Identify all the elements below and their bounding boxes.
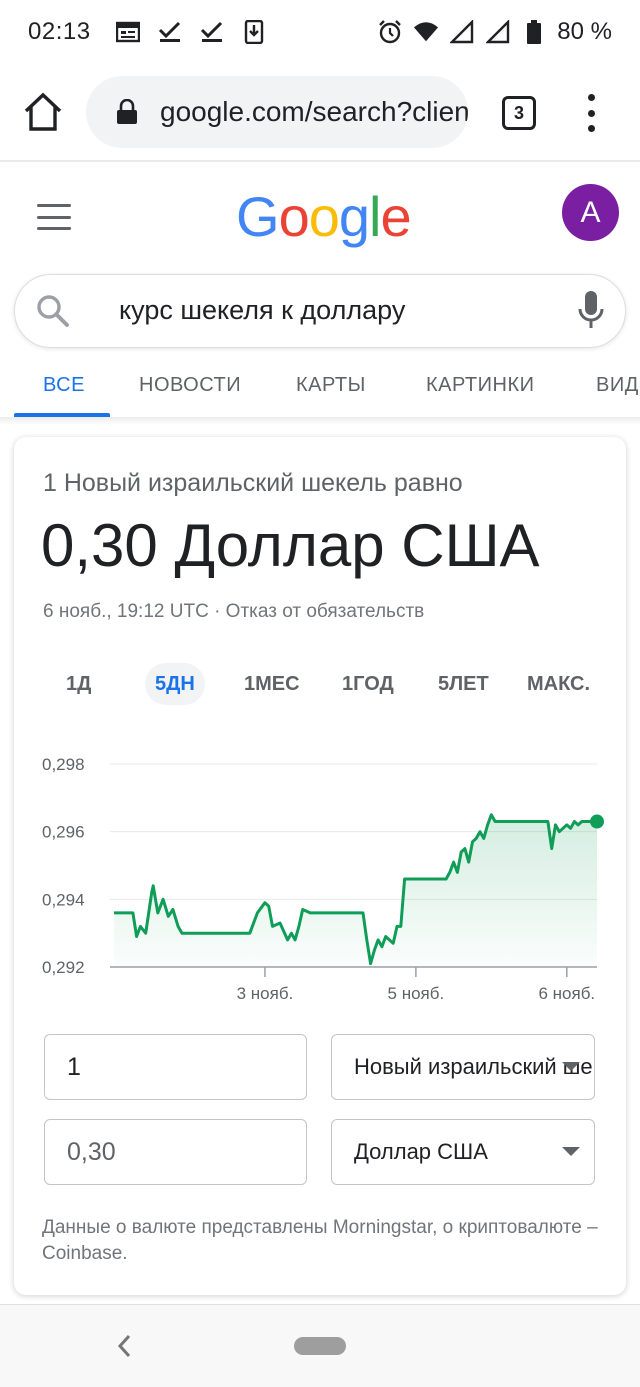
to-currency-value: Доллар США	[354, 1139, 488, 1164]
range-5y-button[interactable]: 5ЛЕТ	[428, 663, 499, 705]
avatar[interactable]: A	[562, 184, 619, 241]
tab-maps[interactable]: КАРТЫ	[296, 374, 366, 397]
more-vert-dot	[587, 125, 595, 132]
data-source-note: Данные о валюте представлены Morningstar…	[42, 1217, 598, 1264]
battery-icon	[521, 19, 547, 45]
chevron-down-icon	[562, 1062, 580, 1071]
tab-all[interactable]: ВСЕ	[43, 374, 85, 397]
alarm-icon	[377, 19, 403, 45]
chart-area	[114, 814, 597, 967]
mic-icon[interactable]	[577, 289, 605, 333]
from-currency-value: Новый израильский шекель	[354, 1054, 594, 1079]
check-icon	[199, 19, 225, 45]
hamburger-line	[37, 227, 71, 230]
search-tabs: ВСЕ НОВОСТИ КАРТЫ КАРТИНКИ ВИД	[0, 360, 640, 418]
range-max-button[interactable]: МАКС.	[517, 663, 600, 705]
browser-menu-button[interactable]	[584, 94, 598, 132]
hamburger-icon	[37, 204, 71, 207]
menu-button[interactable]	[37, 204, 71, 230]
chart-x-tick-label: 6 нояб.	[538, 984, 595, 1003]
google-logo-letter: o	[278, 185, 310, 248]
status-bar: 02:13 80 %	[0, 0, 640, 64]
exchange-rate-chart[interactable]: 0,298 0,296 0,294 0,292 3 нояб. 5 нояб. 6 ноя…	[14, 737, 626, 1017]
chart-y-tick-label: 0,294	[42, 890, 85, 909]
status-time: 02:13	[28, 18, 91, 45]
to-amount-input[interactable]: 0,30	[44, 1119, 307, 1185]
status-left: 02:13	[28, 18, 267, 46]
google-logo[interactable]: Google	[236, 184, 412, 249]
chart-y-tick-label: 0,292	[42, 958, 85, 977]
google-logo-letter: o	[308, 185, 340, 248]
signal-icon	[449, 19, 475, 45]
google-logo-letter: e	[380, 185, 411, 248]
download-icon	[241, 19, 267, 45]
search-input[interactable]: курс шекеля к доллару	[119, 295, 405, 326]
tab-images[interactable]: КАРТИНКИ	[426, 374, 535, 397]
signal-icon	[485, 19, 511, 45]
toolbar-divider	[0, 160, 640, 162]
wifi-icon	[413, 19, 439, 45]
google-logo-letter: g	[338, 185, 370, 248]
conversion-from-line: 1 Новый израильский шекель равно	[43, 469, 463, 497]
home-pill[interactable]	[294, 1337, 346, 1355]
tab-news[interactable]: НОВОСТИ	[139, 374, 241, 397]
calendar-icon	[115, 19, 141, 45]
more-vert-dot	[587, 109, 595, 117]
search-icon[interactable]	[35, 293, 71, 329]
chevron-down-icon	[562, 1147, 580, 1156]
tab-video[interactable]: ВИД	[596, 374, 639, 397]
range-1d-button[interactable]: 1Д	[56, 663, 101, 705]
range-1y-button[interactable]: 1ГОД	[332, 663, 404, 705]
browser-toolbar: google.com/search?client 3	[0, 64, 640, 160]
chart-y-tick-label: 0,296	[42, 823, 85, 842]
url-bar[interactable]: google.com/search?client	[86, 76, 468, 148]
from-amount-value: 1	[67, 1052, 81, 1081]
chart-x-tick-label: 5 нояб.	[388, 984, 445, 1003]
from-amount-input[interactable]: 1	[44, 1034, 307, 1100]
tab-switcher-button[interactable]: 3	[502, 96, 536, 130]
chart-x-tick-label: 3 нояб.	[237, 984, 294, 1003]
conversion-result: 0,30 Доллар США	[41, 512, 540, 579]
home-button[interactable]	[22, 92, 64, 134]
avatar-letter: A	[580, 195, 601, 229]
tabs-shadow	[0, 417, 640, 425]
status-right: 80 %	[377, 18, 612, 46]
lock-icon	[117, 99, 137, 124]
home-icon	[24, 92, 62, 131]
url-text: google.com/search?client	[160, 96, 468, 127]
system-navigation-bar	[0, 1304, 640, 1387]
back-arrow-icon[interactable]	[114, 1333, 136, 1359]
to-amount-value: 0,30	[67, 1137, 116, 1166]
chart-end-marker	[590, 814, 604, 829]
google-logo-letter: l	[369, 185, 381, 248]
battery-percent: 80 %	[557, 18, 612, 45]
google-logo-letter: G	[236, 185, 280, 248]
search-box[interactable]: курс шекеля к доллару	[14, 274, 626, 348]
tab-count: 3	[513, 102, 524, 123]
hamburger-line	[37, 215, 71, 219]
currency-converter-card: 1 Новый израильский шекель равно 0,30 До…	[14, 437, 626, 1295]
from-currency-select[interactable]: Новый израильский шекель	[331, 1034, 595, 1100]
more-vert-icon	[587, 94, 595, 101]
range-5d-button[interactable]: 5ДН	[145, 663, 205, 705]
chart-y-axis: 0,298 0,296 0,294 0,292	[42, 755, 85, 977]
range-1m-button[interactable]: 1МЕС	[234, 663, 310, 705]
conversion-meta[interactable]: 6 нояб., 19:12 UTC · Отказ от обязательс…	[43, 601, 424, 623]
check-icon	[157, 19, 183, 45]
chart-y-tick-label: 0,298	[42, 755, 85, 774]
chart-x-axis: 3 нояб. 5 нояб. 6 нояб.	[237, 967, 595, 1003]
to-currency-select[interactable]: Доллар США	[331, 1119, 595, 1185]
